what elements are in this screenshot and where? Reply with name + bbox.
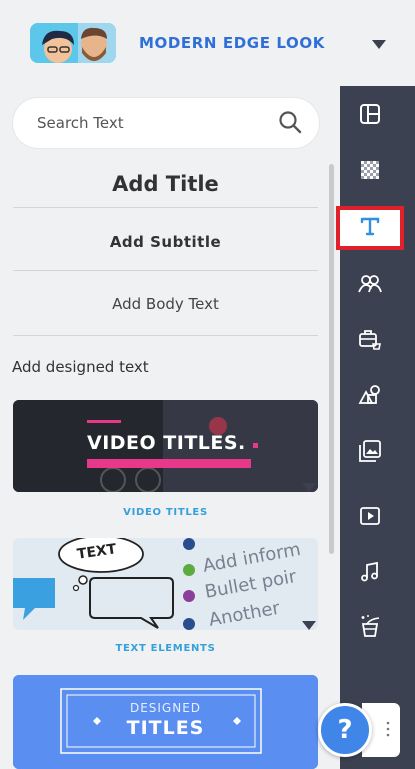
add-body-text-option[interactable]: Add Body Text — [13, 279, 318, 329]
toolbar-item-effects[interactable] — [340, 606, 400, 650]
help-button[interactable]: ? — [318, 703, 372, 757]
divider — [13, 207, 318, 208]
card-expand-icon[interactable] — [302, 480, 316, 492]
header: MODERN EDGE LOOK — [0, 0, 415, 86]
search-icon[interactable] — [278, 110, 304, 136]
characters-icon — [358, 271, 382, 300]
caret-down-icon[interactable] — [368, 36, 390, 54]
divider — [13, 335, 318, 336]
music-icon — [358, 560, 382, 589]
toolbar-item-music[interactable] — [340, 552, 400, 596]
effects-icon — [358, 614, 382, 643]
toolbar-item-shapes[interactable] — [340, 375, 400, 419]
divider — [13, 270, 318, 271]
props-icon — [358, 327, 382, 356]
video-titles-card[interactable]: VIDEO TITLES. — [13, 400, 318, 492]
toolbar-item-text[interactable] — [336, 206, 404, 250]
toolbar-item-image[interactable] — [340, 431, 400, 475]
layout-icon — [358, 102, 382, 131]
video-icon — [358, 504, 382, 533]
toolbar-item-video[interactable] — [340, 496, 400, 540]
section-label: Add designed text — [12, 358, 149, 376]
project-title[interactable]: MODERN EDGE LOOK — [139, 34, 325, 52]
team-avatar-icon[interactable] — [30, 23, 116, 63]
help-icon: ? — [337, 715, 353, 745]
add-subtitle-option[interactable]: Add Subtitle — [13, 217, 318, 267]
toolbar-item-background[interactable] — [340, 150, 400, 194]
toolbar-item-characters[interactable] — [340, 263, 400, 307]
video-titles-preview-text: VIDEO TITLES. — [87, 432, 246, 454]
background-pattern-icon — [358, 158, 382, 187]
text-elements-caption: TEXT ELEMENTS — [115, 643, 216, 654]
text-icon — [358, 214, 382, 243]
video-titles-caption: VIDEO TITLES — [123, 507, 208, 518]
search-input[interactable] — [37, 98, 267, 148]
designed-titles-line1: DESIGNED — [129, 701, 202, 715]
image-icon — [358, 439, 382, 468]
designed-titles-line2: TITLES — [126, 717, 205, 739]
toolbar-item-layout[interactable] — [340, 94, 400, 138]
text-panel: Add Title Add Subtitle Add Body Text Add… — [0, 86, 340, 769]
app-frame: MODERN EDGE LOOK Add Title Add Subtitle … — [0, 0, 415, 769]
card-expand-icon[interactable] — [302, 618, 316, 630]
search-box — [13, 98, 319, 148]
designed-titles-card[interactable]: DESIGNED TITLES — [13, 675, 318, 769]
add-title-option[interactable]: Add Title — [13, 161, 318, 207]
toolbar-item-props[interactable] — [340, 319, 400, 363]
category-toolbar — [336, 86, 415, 769]
text-elements-card[interactable]: TEXT Add inform Bullet poir Another — [13, 538, 318, 630]
shapes-icon — [358, 383, 382, 412]
panel-scrollbar[interactable] — [329, 164, 334, 554]
